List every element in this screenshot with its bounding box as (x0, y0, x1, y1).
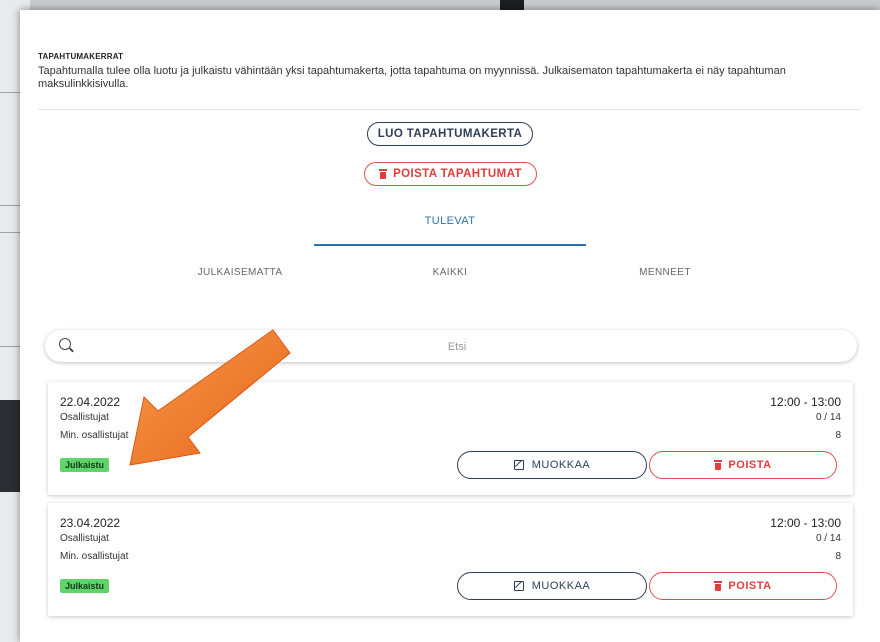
tab-past[interactable]: MENNEET (565, 267, 765, 278)
edit-button[interactable]: MUOKKAA (457, 451, 647, 479)
delete-button[interactable]: POISTA (649, 451, 837, 479)
annotation-arrow-icon (129, 329, 291, 466)
edit-button[interactable]: MUOKKAA (457, 572, 647, 600)
trash-icon (714, 460, 723, 470)
delete-label: POISTA (728, 580, 772, 592)
event-card: 23.04.2022 12:00 - 13:00 Osallistujat 0 … (48, 503, 853, 616)
min-participants-value: 8 (835, 551, 841, 562)
section-title: TAPAHTUMAKERRAT (38, 52, 124, 61)
trash-icon (714, 581, 723, 591)
active-tab-indicator (314, 244, 586, 246)
participants-value: 0 / 14 (815, 412, 841, 423)
search-icon[interactable] (59, 338, 71, 350)
create-occurrence-label: LUO TAPAHTUMAKERTA (377, 128, 523, 140)
delete-events-button[interactable]: POISTA TAPAHTUMAT (364, 162, 537, 186)
tab-upcoming[interactable]: TULEVAT (314, 215, 586, 227)
section-description: Tapahtumalla tulee olla luotu ja julkais… (38, 65, 786, 90)
participants-value: 0 / 14 (815, 533, 841, 544)
event-date: 22.04.2022 (60, 395, 121, 409)
edit-icon (513, 460, 524, 470)
edit-label: MUOKKAA (531, 580, 591, 592)
trash-icon (379, 169, 388, 179)
status-badge: Julkaistu (60, 579, 110, 593)
participants-label: Osallistujat (60, 533, 109, 544)
event-time: 12:00 - 13:00 (770, 516, 841, 530)
tab-unpublished[interactable]: JULKAISEMATTA (140, 267, 340, 278)
delete-label: POISTA (728, 459, 772, 471)
min-participants-value: 8 (835, 430, 841, 441)
divider (38, 109, 860, 110)
delete-events-label: POISTA TAPAHTUMAT (393, 168, 522, 180)
participants-label: Osallistujat (60, 412, 109, 423)
tab-all[interactable]: KAIKKI (360, 267, 540, 278)
event-date: 23.04.2022 (60, 516, 121, 530)
event-time: 12:00 - 13:00 (770, 395, 841, 409)
min-participants-label: Min. osallistujat (60, 551, 129, 562)
edit-label: MUOKKAA (531, 459, 591, 471)
status-badge: Julkaistu (60, 458, 110, 472)
delete-button[interactable]: POISTA (649, 572, 837, 600)
create-occurrence-button[interactable]: LUO TAPAHTUMAKERTA (367, 122, 533, 146)
edit-icon (513, 581, 524, 591)
